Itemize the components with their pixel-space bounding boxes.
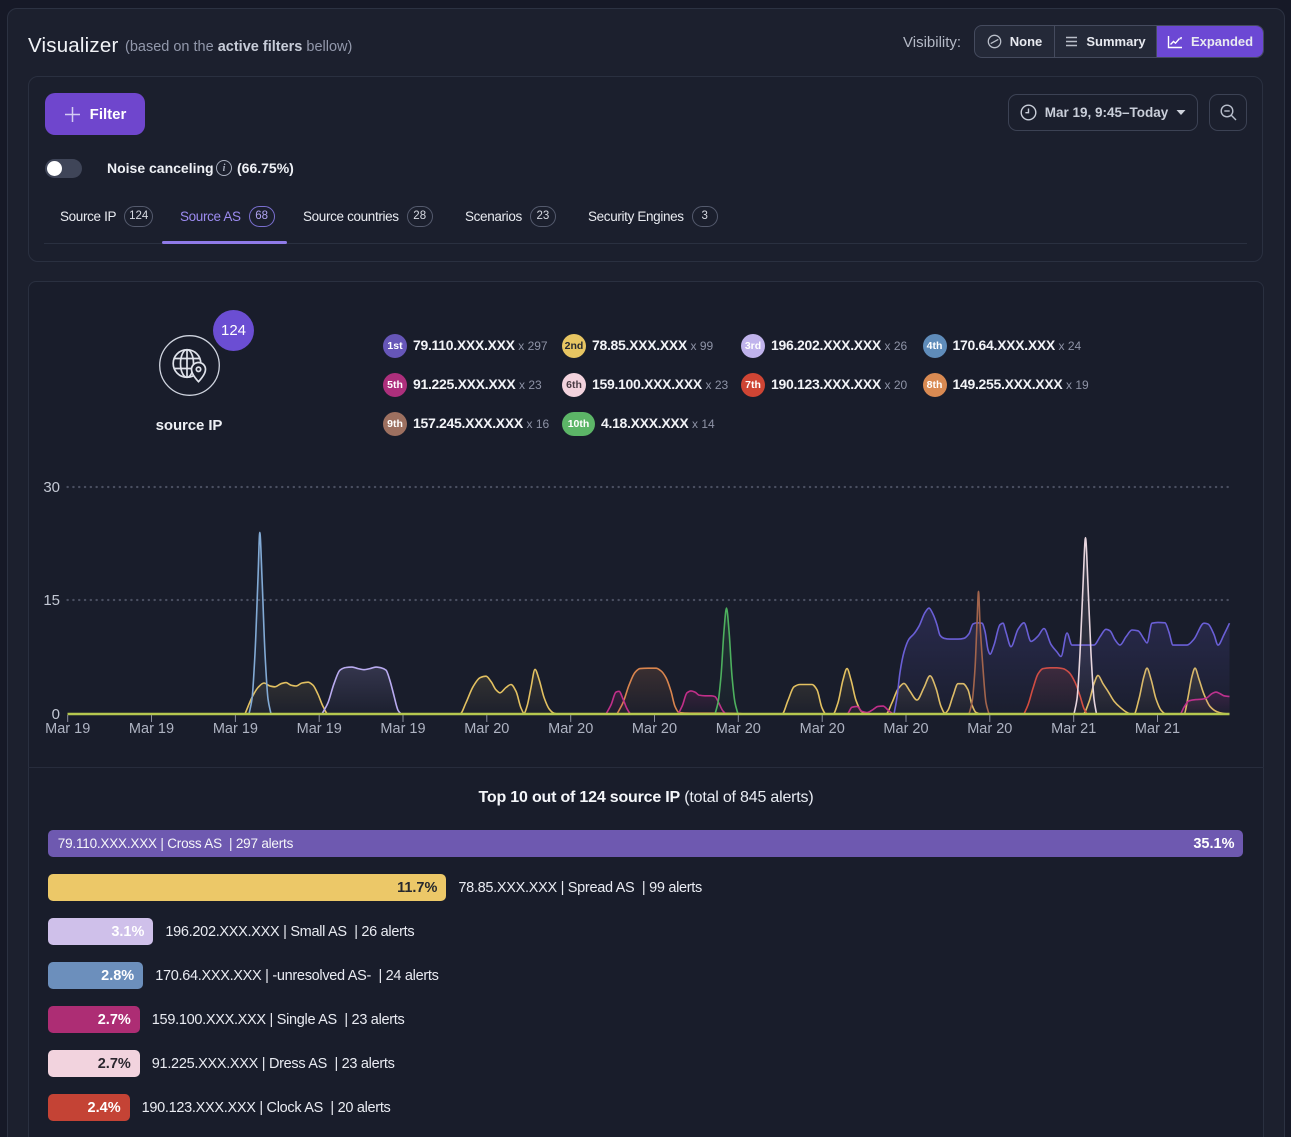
svg-text:Mar 20: Mar 20 [800, 721, 845, 737]
svg-text:Mar 20: Mar 20 [883, 721, 928, 737]
svg-text:Mar 21: Mar 21 [1135, 721, 1180, 737]
svg-text:Mar 20: Mar 20 [716, 721, 761, 737]
svg-text:30: 30 [43, 479, 60, 496]
svg-text:Mar 19: Mar 19 [380, 721, 425, 737]
svg-text:Mar 19: Mar 19 [213, 721, 258, 737]
svg-text:Mar 21: Mar 21 [1051, 721, 1096, 737]
svg-text:Mar 19: Mar 19 [129, 721, 174, 737]
svg-text:Mar 20: Mar 20 [548, 721, 593, 737]
svg-text:Mar 20: Mar 20 [967, 721, 1012, 737]
svg-text:Mar 20: Mar 20 [632, 721, 677, 737]
svg-text:15: 15 [43, 592, 60, 609]
svg-text:Mar 19: Mar 19 [45, 721, 90, 737]
svg-text:Mar 19: Mar 19 [297, 721, 342, 737]
svg-text:Mar 20: Mar 20 [464, 721, 509, 737]
